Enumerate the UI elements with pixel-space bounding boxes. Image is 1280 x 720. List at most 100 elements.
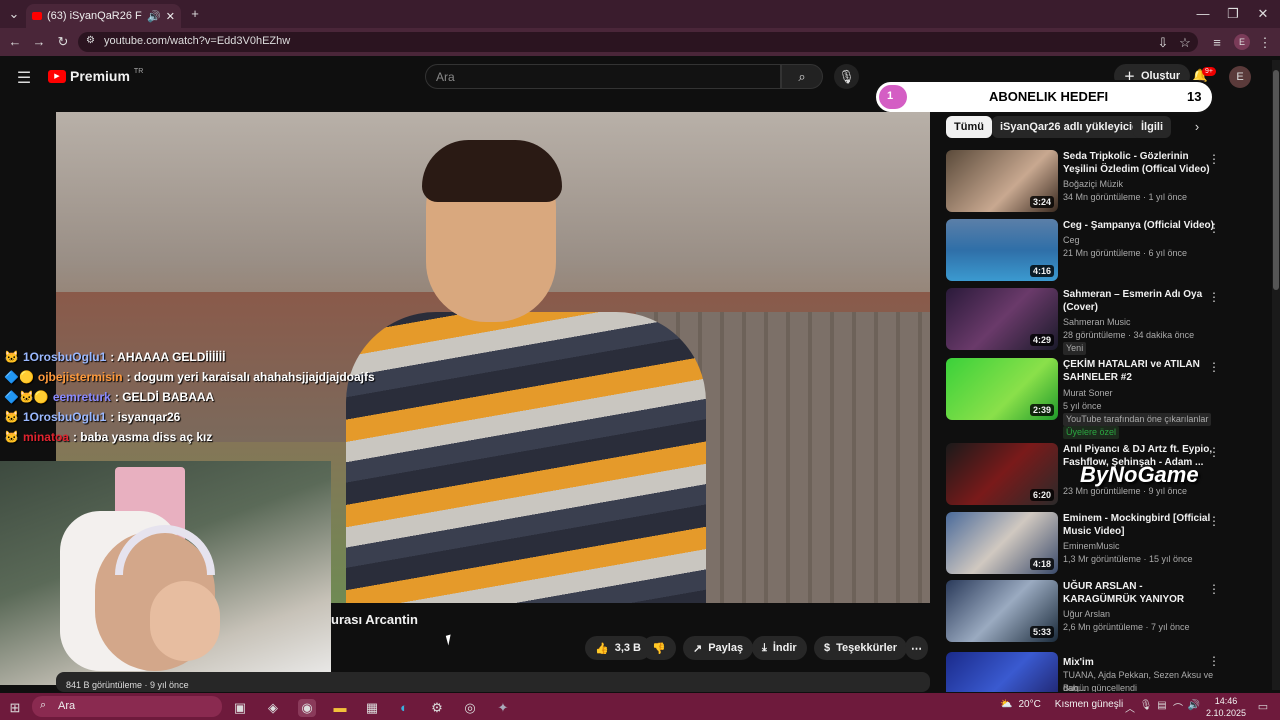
search-input[interactable]: Ara [425, 64, 781, 89]
video-thumbnail: 2:39 [946, 358, 1058, 420]
search-icon: ⌕ [798, 68, 806, 84]
more-actions-button[interactable]: ⋯ [905, 636, 928, 660]
scrollbar-thumb[interactable] [1273, 70, 1279, 290]
back-icon[interactable]: ← [8, 34, 22, 49]
recommendation-item[interactable]: 3:24 Seda Tripkolic - Gözlerinin Yeşilin… [946, 150, 1246, 214]
tab-close-icon[interactable]: ✕ [166, 10, 175, 23]
file-explorer-icon[interactable]: ▬ [332, 700, 348, 715]
recommendation-item[interactable]: 4:16 Ceg - Şampanya (Official Video) Ceg… [946, 219, 1246, 283]
taskbar-search[interactable]: ⌕ Ara [32, 696, 222, 717]
recommendation-item[interactable]: 4:29 Sahmeran – Esmerin Adı Oya (Cover) … [946, 288, 1246, 355]
url-text: youtube.com/watch?v=Edd3V0hEZhw [104, 35, 291, 47]
more-options-icon[interactable]: ⋮ [1208, 221, 1220, 235]
account-avatar[interactable]: E [1229, 66, 1251, 88]
store-icon[interactable]: ▦ [364, 700, 380, 716]
copilot-icon[interactable]: ◈ [265, 700, 281, 716]
new-tab-icon[interactable]: + [188, 6, 202, 21]
hamburger-menu-icon[interactable]: ☰ [16, 68, 32, 88]
chat-text: : dogum yeri karaisalı ahahahsjjajdjajdo… [126, 370, 375, 384]
featured-badge: YouTube tarafından öne çıkarılanlar [1063, 413, 1212, 426]
profile-icon[interactable]: E [1234, 34, 1250, 50]
volume-icon[interactable]: 🔊 [1188, 700, 1200, 711]
recommendation-item[interactable]: 5:33 UĞUR ARSLAN - KARAGÜMRÜK YANIYOR Uğ… [946, 580, 1246, 644]
chat-user: 1OrosbuOglu1 [22, 350, 107, 364]
address-bar[interactable]: ⚙ youtube.com/watch?v=Edd3V0hEZhw [78, 32, 1198, 52]
dislike-button[interactable]: 👎 [642, 636, 676, 660]
thanks-button[interactable]: $ Teşekkürler [814, 636, 908, 660]
bookmark-star-icon[interactable]: ☆ [1178, 35, 1192, 51]
channel-name: EminemMusic [1063, 541, 1120, 551]
windows-start-icon[interactable]: ⊞ [8, 700, 22, 716]
search-button[interactable]: ⌕ [781, 64, 823, 89]
close-window-icon[interactable]: ✕ [1256, 6, 1270, 22]
edge-icon[interactable]: ◐ [396, 700, 412, 715]
tab-audio-icon[interactable]: 🔊 [147, 10, 161, 23]
notification-center-icon[interactable]: ▭ [1256, 700, 1270, 713]
more-options-icon[interactable]: ⋮ [1208, 514, 1220, 528]
chip-related[interactable]: İlgili [1133, 116, 1171, 138]
chat-message: 🔷🐱🟡 eemreturk: GELDİ BABAAA [4, 390, 375, 404]
minimize-icon[interactable]: — [1196, 6, 1210, 21]
thanks-label: Teşekkürler [836, 642, 898, 654]
members-only-badge: Üyelere özel [1063, 426, 1120, 439]
subscriber-goal-bar: 1 ABONELIK HEDEFI 13 [876, 82, 1212, 112]
share-button[interactable]: ↗ Paylaş [683, 636, 754, 660]
clock[interactable]: 14:46 2.10.2025 [1204, 695, 1248, 719]
page-scrollbar[interactable] [1272, 60, 1280, 690]
channel-name: Murat Soner [1063, 388, 1113, 398]
video-thumbnail [946, 652, 1058, 692]
more-options-icon[interactable]: ⋮ [1208, 152, 1220, 166]
more-options-icon[interactable]: ⋮ [1208, 290, 1220, 304]
more-options-icon[interactable]: ⋮ [1208, 445, 1220, 459]
app-icon[interactable]: ✦ [495, 700, 511, 716]
more-icon: ⋯ [911, 642, 922, 655]
tray-overflow-icon[interactable]: ︿ [1124, 700, 1136, 715]
recommendation-item[interactable]: Mix'im TUANA, Ajda Pekkan, Sezen Aksu ve… [946, 652, 1246, 692]
more-options-icon[interactable]: ⋮ [1208, 360, 1220, 374]
wifi-icon[interactable]: ⌒ [1172, 700, 1184, 715]
chips-next-icon[interactable]: › [1190, 119, 1204, 134]
task-view-icon[interactable]: ▣ [232, 700, 248, 716]
install-app-icon[interactable]: ⇩ [1156, 35, 1170, 51]
microphone-icon[interactable]: 🎙 [1140, 700, 1153, 711]
download-button[interactable]: ⤓ İndir [752, 636, 807, 660]
restore-icon[interactable]: ❐ [1226, 6, 1240, 22]
forward-icon[interactable]: → [32, 34, 46, 49]
tab-list-icon[interactable]: ⌄ [6, 6, 22, 22]
search-icon: ⌕ [40, 699, 47, 711]
share-icon: ↗ [693, 642, 703, 655]
recommendation-item[interactable]: 2:39 ÇEKİM HATALARI ve ATILAN SAHNELER #… [946, 358, 1246, 439]
mix-title: Mix'im [1063, 657, 1094, 668]
video-title: ÇEKİM HATALARI ve ATILAN SAHNELER #2 [1063, 359, 1200, 383]
network-icon[interactable]: ▤ [1156, 700, 1168, 711]
browser-menu-icon[interactable]: ⋮ [1259, 35, 1272, 51]
thanks-icon: $ [824, 642, 831, 654]
video-thumbnail: 5:33 [946, 580, 1058, 642]
reload-icon[interactable]: ↻ [56, 34, 70, 50]
chat-message: 🐱 1OrosbuOglu1: AHAAAA GELDİİİİİİ [4, 350, 375, 364]
chrome-icon[interactable]: ◉ [298, 699, 316, 717]
chip-all[interactable]: Tümü [946, 116, 992, 138]
more-options-icon[interactable]: ⋮ [1208, 582, 1220, 596]
recommendation-item[interactable]: 4:18 Eminem - Mockingbird [Official Musi… [946, 512, 1246, 576]
more-options-icon[interactable]: ⋮ [1208, 654, 1220, 668]
video-thumbnail: 3:24 [946, 150, 1058, 212]
video-title: Sahmeran – Esmerin Adı Oya (Cover) [1063, 289, 1203, 313]
chat-text: : isyanqar26 [110, 410, 181, 424]
youtube-favicon-icon [32, 12, 42, 20]
thumbs-up-icon: 👍 [595, 642, 609, 655]
chat-badge-icon: 🐱 [4, 430, 19, 444]
weather-widget[interactable]: ⛅ 20°C Kısmen güneşli [1000, 699, 1123, 710]
reading-list-icon[interactable]: ≡ [1210, 35, 1224, 50]
youtube-logo[interactable]: ▶ Premium TR [48, 68, 143, 84]
steam-icon[interactable]: ⚙ [429, 700, 445, 716]
obs-icon[interactable]: ◎ [462, 700, 478, 716]
duration-badge: 4:16 [1029, 265, 1054, 277]
voice-search-icon[interactable]: 🎙 [834, 64, 859, 89]
browser-tab[interactable]: (63) iSyanQaR26 Ft Alper Ç 🔊 ✕ [26, 4, 181, 28]
site-info-icon[interactable]: ⚙ [86, 35, 95, 46]
chat-badge-icon: 🔷🟡 [4, 370, 34, 384]
description-box[interactable]: 841 B görüntüleme · 9 yıl önce [56, 672, 930, 692]
goal-title: ABONELIK HEDEFI [989, 89, 1109, 104]
duration-badge: 6:20 [1029, 489, 1054, 501]
